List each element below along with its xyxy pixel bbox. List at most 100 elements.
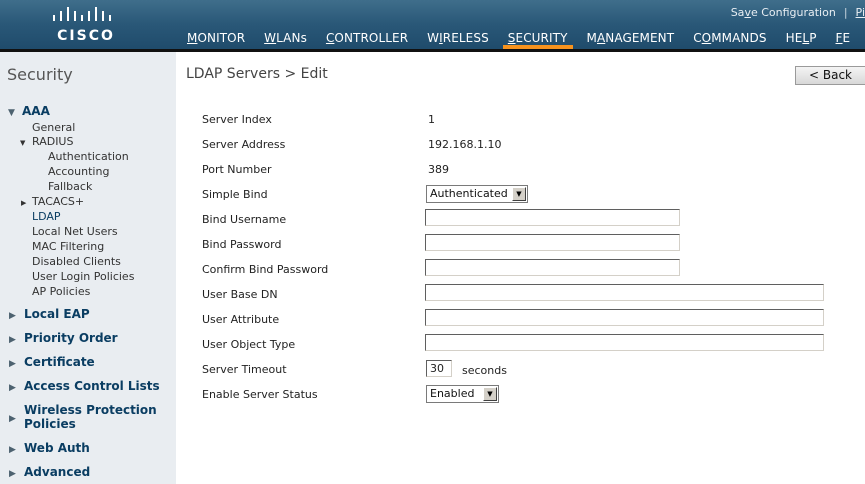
- nav-label-rest: ECURITY: [515, 31, 568, 45]
- nav-label-rest: RELESS: [442, 31, 489, 45]
- server-address-value: 192.168.1.10: [428, 138, 502, 151]
- sidebar-item-tacacs[interactable]: ▶ TACACS+: [21, 195, 84, 208]
- collapsed-triangle-icon: ▶: [9, 469, 16, 479]
- nav-management[interactable]: MANAGEMENT: [586, 31, 676, 49]
- bind-username-label: Bind Username: [202, 213, 287, 226]
- bind-password-label: Bind Password: [202, 238, 282, 251]
- sidebar-item-accounting[interactable]: Accounting: [48, 165, 109, 178]
- nav-label-prefix: HE: [785, 31, 803, 45]
- save-configuration-link[interactable]: Save Configuration: [731, 6, 836, 19]
- nav-label-accesskey: O: [701, 31, 712, 45]
- enable-server-status-select[interactable]: Enabled ▼: [426, 385, 499, 403]
- sidebar-title: Security: [7, 65, 73, 84]
- nav-label-prefix: C: [693, 31, 702, 45]
- user-object-type-label: User Object Type: [202, 338, 296, 351]
- sidebar-item-advanced[interactable]: ▶ Advanced: [9, 465, 90, 479]
- page-title: LDAP Servers > Edit: [186, 66, 328, 82]
- sidebar-item-label-wrap: Wireless Protection Policies: [24, 403, 157, 431]
- sidebar-item-label: Access Control Lists: [24, 379, 160, 393]
- confirm-bind-password-field[interactable]: [425, 259, 680, 276]
- back-button[interactable]: < Back: [795, 66, 865, 85]
- expanded-triangle-icon: ▼: [20, 139, 26, 147]
- nav-label-rest: ONTROLLER: [334, 31, 409, 45]
- sidebar-item-label: TACACS+: [32, 195, 85, 208]
- sidebar-item-user-login-policies[interactable]: User Login Policies: [32, 270, 134, 283]
- nav-label-accesskey: F: [835, 31, 843, 45]
- nav-label-rest: MMANDS: [711, 31, 767, 45]
- save-configuration-label-part: Sa: [730, 5, 745, 19]
- chevron-down-icon[interactable]: ▼: [483, 387, 497, 401]
- collapsed-triangle-icon: ▶: [9, 359, 16, 369]
- sidebar-item-local-eap[interactable]: ▶ Local EAP: [9, 307, 90, 321]
- ping-link[interactable]: Pi: [856, 6, 865, 19]
- nav-label-accesskey: S: [507, 31, 516, 45]
- nav-controller[interactable]: CONTROLLER: [325, 31, 409, 49]
- save-configuration-label-part: e Configuration: [750, 5, 836, 19]
- nav-label-accesskey: M: [187, 31, 198, 45]
- sidebar-item-web-auth[interactable]: ▶ Web Auth: [9, 441, 90, 455]
- nav-commands[interactable]: COMMANDS: [692, 31, 767, 49]
- nav-label-prefix: M: [586, 31, 597, 45]
- simple-bind-select[interactable]: Authenticated ▼: [426, 185, 528, 203]
- sidebar-item-authentication[interactable]: Authentication: [48, 150, 129, 163]
- sidebar-item-radius[interactable]: ▼ RADIUS: [20, 135, 73, 148]
- nav-label-rest: NAGEMENT: [605, 31, 675, 45]
- sidebar-item-mac-filtering[interactable]: MAC Filtering: [32, 240, 104, 253]
- sidebar-item-general[interactable]: General: [32, 121, 75, 134]
- user-base-dn-field[interactable]: [425, 284, 824, 301]
- simple-bind-selected-value: Authenticated: [430, 187, 508, 200]
- sidebar-item-fallback[interactable]: Fallback: [48, 180, 92, 193]
- nav-wlans[interactable]: WLANs: [263, 31, 308, 49]
- collapsed-triangle-icon: ▶: [9, 383, 16, 393]
- sidebar-item-local-net-users[interactable]: Local Net Users: [32, 225, 118, 238]
- sidebar-item-label: Wireless Protection: [24, 403, 157, 417]
- nav-fe[interactable]: FE: [835, 31, 852, 49]
- sidebar-item-label: AAA: [22, 104, 50, 118]
- sidebar-item-label: Local EAP: [24, 307, 90, 321]
- bind-username-field[interactable]: [425, 209, 680, 226]
- sidebar-item-label: Advanced: [24, 465, 91, 479]
- sidebar-item-aaa[interactable]: ▼ AAA: [8, 104, 50, 118]
- cisco-logo-bars-icon: [53, 7, 111, 21]
- bind-password-field[interactable]: [425, 234, 680, 251]
- sidebar-item-label: RADIUS: [32, 135, 74, 148]
- user-base-dn-label: User Base DN: [202, 288, 278, 301]
- server-index-label: Server Index: [202, 113, 272, 126]
- cisco-wordmark: CISCO: [57, 28, 115, 44]
- sidebar-item-wireless-protection-policies[interactable]: ▶ Wireless Protection Policies: [9, 403, 157, 431]
- sidebar-item-label: Web Auth: [24, 441, 90, 455]
- top-header: CISCO Save Configuration | Pi MONITOR WLA…: [0, 0, 865, 52]
- collapsed-triangle-icon: ▶: [9, 311, 16, 321]
- nav-security[interactable]: SECURITY: [502, 31, 573, 49]
- sidebar-item-access-control-lists[interactable]: ▶ Access Control Lists: [9, 379, 160, 393]
- sidebar-item-label-line2: Policies: [24, 417, 76, 431]
- sidebar-item-priority-order[interactable]: ▶ Priority Order: [9, 331, 118, 345]
- server-address-label: Server Address: [202, 138, 286, 151]
- sidebar-item-certificate[interactable]: ▶ Certificate: [9, 355, 95, 369]
- collapsed-triangle-icon: ▶: [21, 199, 27, 207]
- sidebar-item-disabled-clients[interactable]: Disabled Clients: [32, 255, 121, 268]
- sidebar-item-ap-policies[interactable]: AP Policies: [32, 285, 90, 298]
- chevron-down-icon[interactable]: ▼: [512, 187, 526, 201]
- cisco-logo: CISCO: [46, 6, 126, 46]
- nav-monitor[interactable]: MONITOR: [186, 31, 246, 49]
- nav-label-rest: LANs: [276, 31, 307, 45]
- server-timeout-label: Server Timeout: [202, 363, 287, 376]
- confirm-bind-password-label: Confirm Bind Password: [202, 263, 329, 276]
- nav-wireless[interactable]: WIRELESS: [426, 31, 490, 49]
- nav-help[interactable]: HELP: [785, 31, 818, 49]
- nav-label-accesskey: W: [264, 31, 277, 45]
- expanded-triangle-icon: ▼: [8, 108, 15, 118]
- user-attribute-field[interactable]: [425, 309, 824, 326]
- sidebar-item-ldap[interactable]: LDAP: [32, 210, 61, 223]
- sidebar-item-label: Priority Order: [24, 331, 118, 345]
- simple-bind-label: Simple Bind: [202, 188, 268, 201]
- server-timeout-input[interactable]: 30: [426, 360, 452, 377]
- user-object-type-field[interactable]: [425, 334, 824, 351]
- server-index-value: 1: [428, 113, 435, 126]
- main-nav: MONITOR WLANs CONTROLLER WIRELESS SECURITY MA…: [186, 31, 865, 49]
- nav-label-rest: ONITOR: [197, 31, 246, 45]
- server-timeout-unit: seconds: [462, 364, 507, 377]
- port-number-value: 389: [428, 163, 449, 176]
- nav-label-rest: E: [842, 31, 851, 45]
